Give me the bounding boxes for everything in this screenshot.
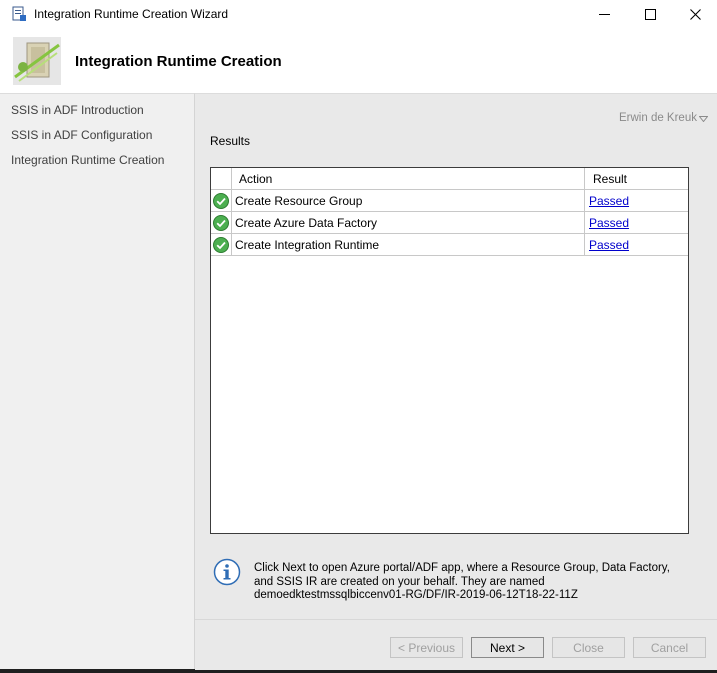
check-circle-icon <box>213 192 229 209</box>
table-header-row: Action Result <box>211 168 688 190</box>
check-circle-icon <box>213 214 229 231</box>
action-cell: Create Integration Runtime <box>232 234 585 255</box>
action-cell: Create Azure Data Factory <box>232 212 585 233</box>
chevron-down-icon[interactable] <box>699 116 708 122</box>
maximize-button[interactable] <box>627 0 673 29</box>
wizard-content: Erwin de Kreuk Results Action Result Cre… <box>194 93 717 670</box>
result-cell: Passed <box>585 190 688 211</box>
column-header-action[interactable]: Action <box>232 168 585 189</box>
table-row[interactable]: Create Resource Group Passed <box>211 190 688 212</box>
table-row[interactable]: Create Azure Data Factory Passed <box>211 212 688 234</box>
action-cell: Create Resource Group <box>232 190 585 211</box>
result-passed-link[interactable]: Passed <box>589 216 629 230</box>
table-row[interactable]: Create Integration Runtime Passed <box>211 234 688 256</box>
previous-button[interactable]: < Previous <box>390 637 463 658</box>
result-passed-link[interactable]: Passed <box>589 194 629 208</box>
minimize-icon <box>598 14 610 15</box>
column-header-result[interactable]: Result <box>585 168 688 189</box>
integration-runtime-icon <box>13 37 61 85</box>
cancel-button[interactable]: Cancel <box>633 637 706 658</box>
wizard-sidebar: SSIS in ADF Introduction SSIS in ADF Con… <box>0 93 194 669</box>
button-bar: < Previous Next > Close Cancel <box>195 619 717 670</box>
minimize-button[interactable] <box>581 0 627 29</box>
info-message: Click Next to open Azure portal/ADF app,… <box>254 562 670 601</box>
title-bar[interactable]: Integration Runtime Creation Wizard <box>0 0 717 29</box>
sidebar-item-introduction[interactable]: SSIS in ADF Introduction <box>11 103 144 117</box>
result-cell: Passed <box>585 212 688 233</box>
close-window-button[interactable] <box>672 0 717 29</box>
wizard-header: Integration Runtime Creation <box>0 29 717 93</box>
sidebar-item-runtime-creation[interactable]: Integration Runtime Creation <box>11 153 164 167</box>
sidebar-item-configuration[interactable]: SSIS in ADF Configuration <box>11 128 152 142</box>
wizard-window: Integration Runtime Creation Wizard Inte… <box>0 0 717 673</box>
status-cell <box>211 212 232 233</box>
wizard-app-icon <box>12 6 26 21</box>
page-title: Integration Runtime Creation <box>75 53 282 70</box>
result-cell: Passed <box>585 234 688 255</box>
header-icon-cell <box>211 168 232 189</box>
results-label: Results <box>210 134 251 148</box>
check-circle-icon <box>213 236 229 253</box>
next-button[interactable]: Next > <box>471 637 544 658</box>
results-table: Action Result Create Resource Group Pass… <box>210 167 689 534</box>
user-account-name[interactable]: Erwin de Kreuk <box>619 112 697 124</box>
result-passed-link[interactable]: Passed <box>589 238 629 252</box>
close-button[interactable]: Close <box>552 637 625 658</box>
window-title: Integration Runtime Creation Wizard <box>34 7 229 21</box>
info-icon <box>213 558 241 586</box>
status-cell <box>211 190 232 211</box>
maximize-icon <box>644 9 656 20</box>
close-icon <box>689 9 701 20</box>
status-cell <box>211 234 232 255</box>
